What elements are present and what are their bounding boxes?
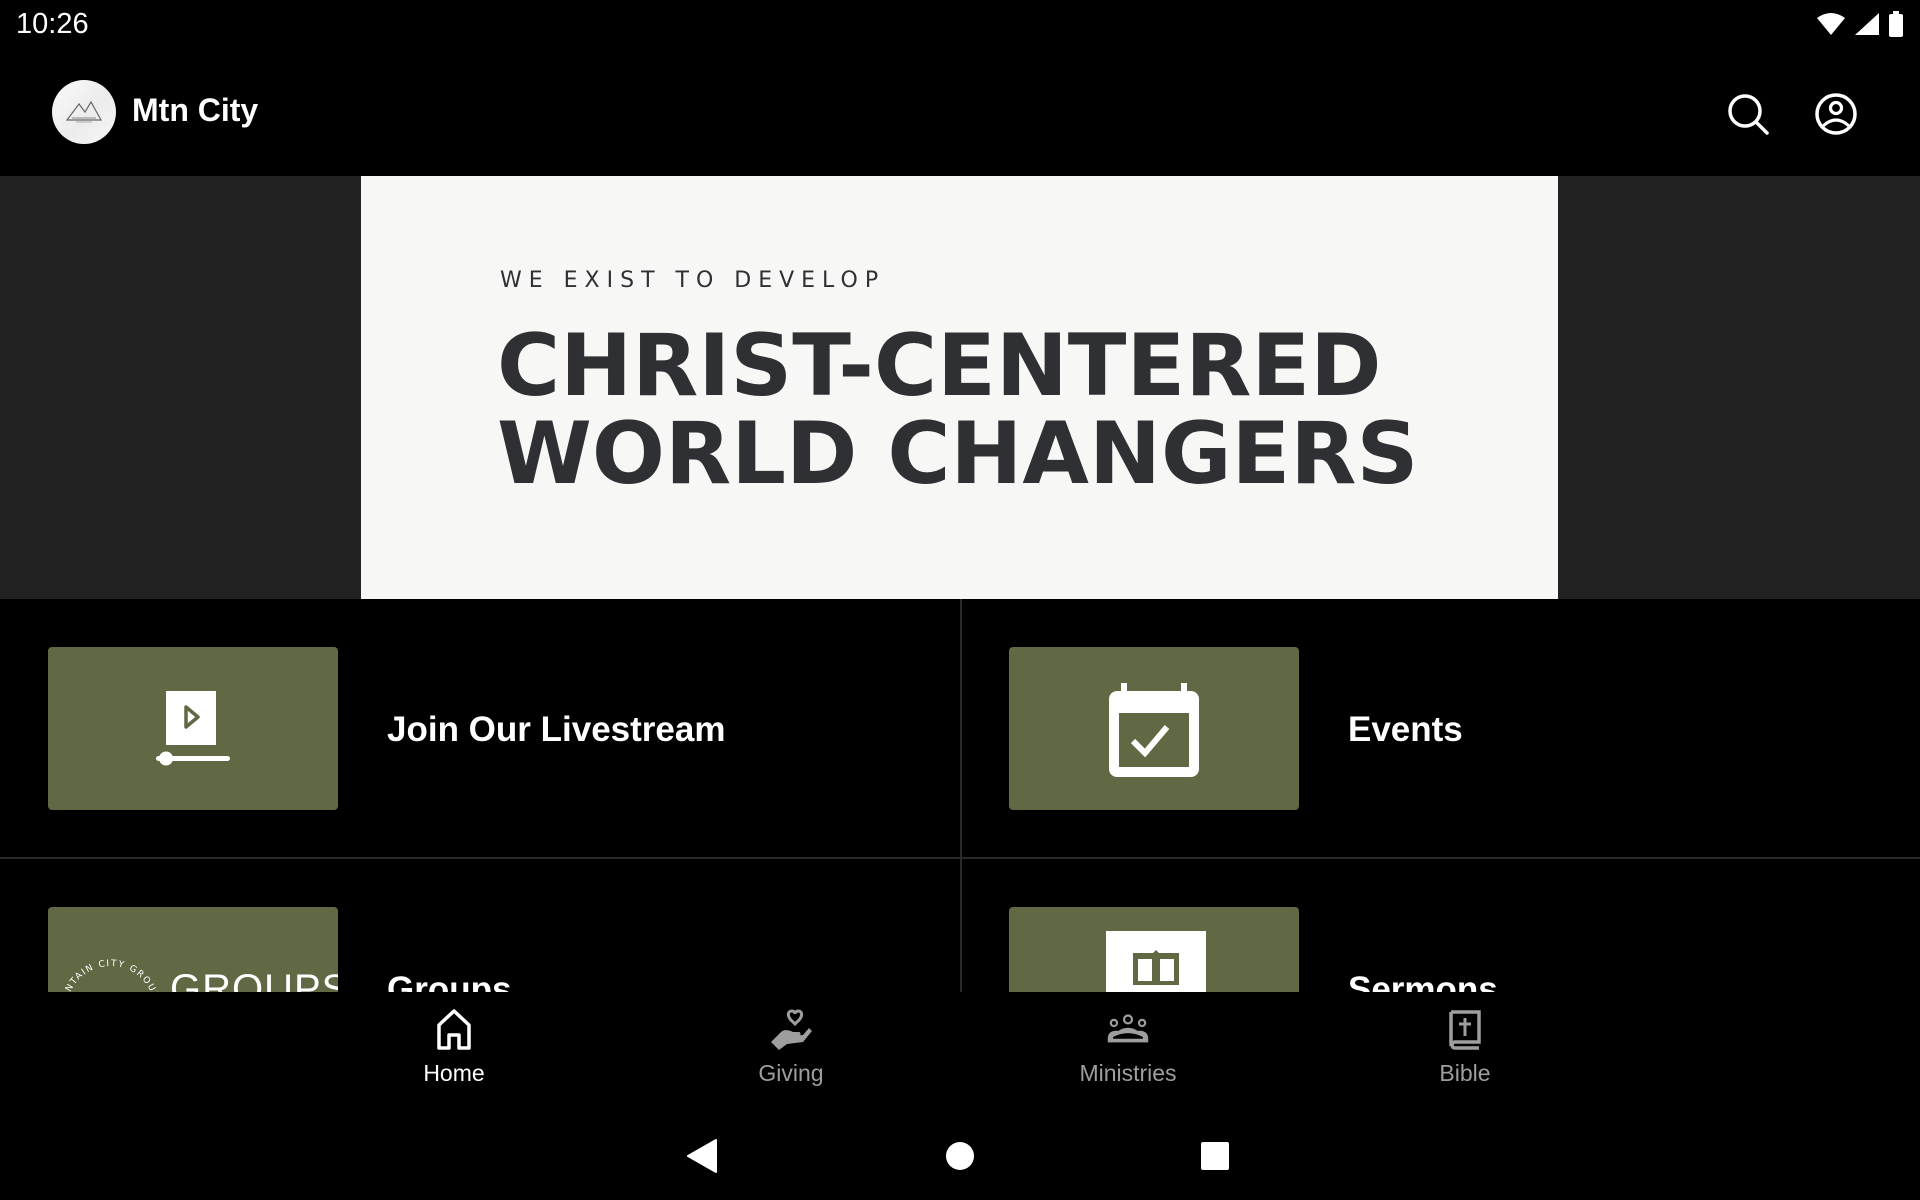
nav-label: Ministries <box>1079 1060 1177 1086</box>
tile-label: Events <box>1348 710 1463 749</box>
mountain-logo-icon <box>65 100 103 123</box>
people-group-icon <box>1106 1008 1150 1052</box>
feature-tiles: Join Our Livestream Events MOUNTAIN CITY… <box>0 599 1920 992</box>
hero-card[interactable]: WE EXIST TO DEVELOP CHRIST-CENTERED WORL… <box>361 176 1558 599</box>
nav-label: Giving <box>758 1060 824 1086</box>
tile-label: Groups <box>387 970 512 992</box>
nav-label: Bible <box>1439 1060 1491 1086</box>
tile-events[interactable]: Events <box>961 599 1920 858</box>
account-button[interactable] <box>1808 86 1864 142</box>
tile-groups[interactable]: MOUNTAIN CITY GROUPS GROUPS Groups <box>0 859 960 992</box>
search-button[interactable] <box>1720 86 1776 142</box>
groups-badge-image: MOUNTAIN CITY GROUPS GROUPS <box>48 907 338 992</box>
nav-tab-giving[interactable]: Giving <box>701 1008 881 1098</box>
tile-thumbnail: MOUNTAIN CITY GROUPS GROUPS <box>48 907 338 992</box>
tile-thumbnail <box>48 647 338 810</box>
hero-headline-line-2: WORLD CHANGERS <box>497 404 1419 504</box>
home-circle-icon <box>946 1142 974 1170</box>
tile-thumbnail <box>1009 907 1299 992</box>
recents-square-icon <box>1201 1142 1229 1170</box>
calendar-check-icon <box>1109 682 1199 777</box>
app-title: Mtn City <box>132 92 259 128</box>
bible-icon <box>1443 1008 1487 1052</box>
system-navigation-bar <box>0 1110 1920 1200</box>
nav-tab-home[interactable]: Home <box>364 1008 544 1098</box>
app-logo[interactable] <box>52 80 116 144</box>
livestream-video-icon <box>156 690 230 765</box>
nav-tab-ministries[interactable]: Ministries <box>1038 1008 1218 1098</box>
bottom-navigation: Home Giving Ministries Bible <box>0 992 1920 1110</box>
groups-badge-emblem: MOUNTAIN CITY GROUPS <box>59 959 161 992</box>
hero-banner: WE EXIST TO DEVELOP CHRIST-CENTERED WORL… <box>0 176 1920 599</box>
cellular-signal-icon <box>1855 13 1879 35</box>
status-time: 10:26 <box>16 8 89 40</box>
hero-kicker: WE EXIST TO DEVELOP <box>500 268 886 293</box>
system-back-button[interactable] <box>680 1134 724 1178</box>
tile-sermons[interactable]: Sermons <box>961 859 1920 992</box>
book-icon <box>1133 950 1179 985</box>
tile-label: Sermons <box>1348 970 1498 992</box>
system-home-button[interactable] <box>938 1134 982 1178</box>
groups-badge-text: GROUPS <box>170 967 338 992</box>
wifi-icon <box>1817 13 1845 35</box>
back-triangle-icon <box>687 1139 717 1173</box>
svg-text:MOUNTAIN CITY GROUPS: MOUNTAIN CITY GROUPS <box>59 959 161 992</box>
home-icon <box>432 1008 476 1052</box>
status-bar: 10:26 <box>0 0 1920 52</box>
giving-hand-heart-icon <box>769 1008 813 1052</box>
sermon-cover <box>1106 931 1206 992</box>
nav-tab-bible[interactable]: Bible <box>1375 1008 1555 1098</box>
status-icons <box>1816 10 1904 38</box>
tile-thumbnail <box>1009 647 1299 810</box>
battery-icon <box>1889 11 1903 37</box>
app-bar: Mtn City <box>0 52 1920 176</box>
hero-headline-line-1: CHRIST-CENTERED <box>497 316 1382 416</box>
tile-livestream[interactable]: Join Our Livestream <box>0 599 960 858</box>
tile-label: Join Our Livestream <box>387 710 726 749</box>
nav-label: Home <box>423 1060 485 1086</box>
account-circle-icon <box>1815 93 1857 135</box>
system-recents-button[interactable] <box>1193 1134 1237 1178</box>
search-icon <box>1728 94 1769 135</box>
hero-headline: CHRIST-CENTERED WORLD CHANGERS <box>497 322 1418 498</box>
